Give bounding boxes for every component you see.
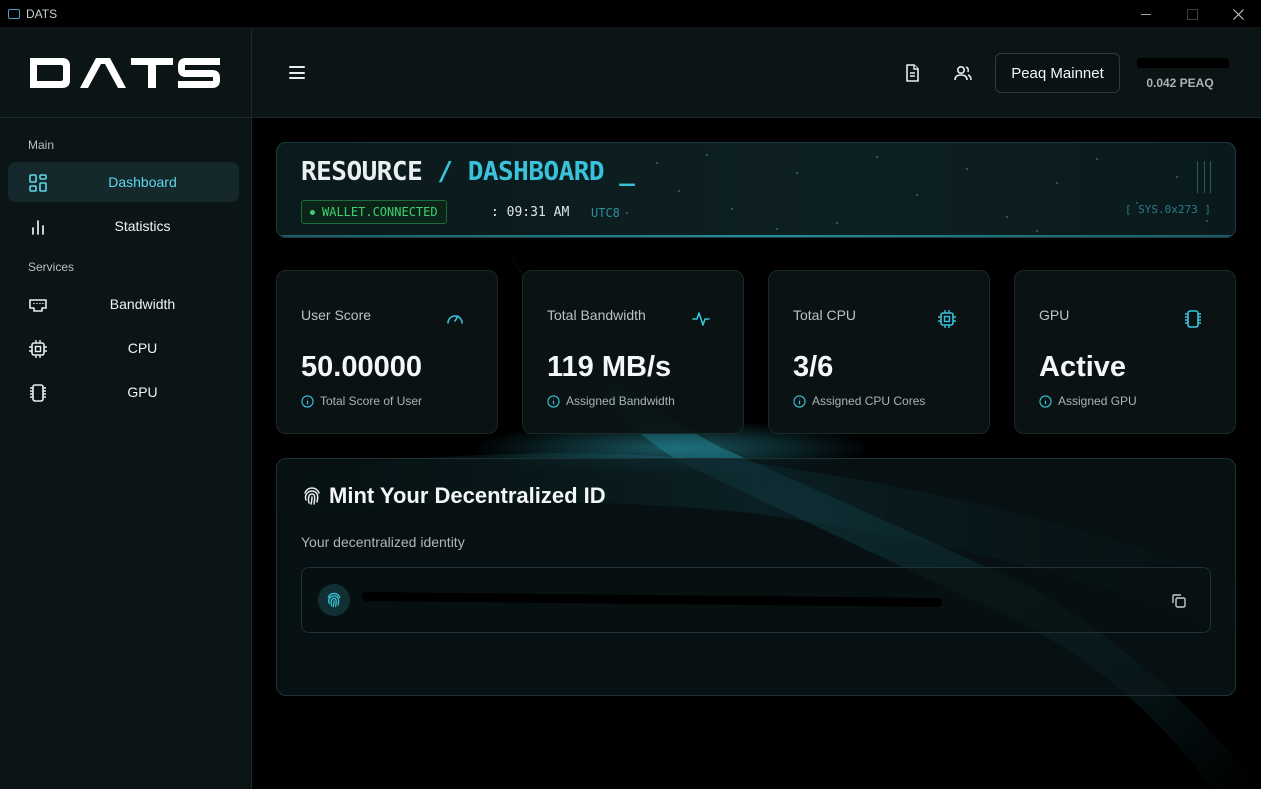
window-titlebar: DATS bbox=[0, 0, 1261, 28]
sidebar-item-cpu[interactable]: CPU bbox=[8, 328, 239, 368]
mint-subtitle: Your decentralized identity bbox=[301, 534, 465, 550]
document-icon[interactable] bbox=[902, 63, 922, 83]
wallet-address-redacted[interactable] bbox=[1137, 58, 1229, 68]
wallet-status-text: WALLET.CONNECTED bbox=[322, 205, 438, 219]
activity-icon bbox=[692, 312, 710, 326]
main-content: RESOURCE / DASHBOARD _ WALLET.CONNECTED … bbox=[252, 118, 1261, 789]
cpu-icon bbox=[29, 340, 47, 358]
sidebar: Main Dashboard Statistics Services Bandw… bbox=[0, 28, 252, 789]
window-title: DATS bbox=[26, 6, 58, 21]
sidebar-item-statistics[interactable]: Statistics bbox=[8, 206, 239, 246]
did-value-redacted bbox=[362, 591, 942, 608]
banner-cursor: _ bbox=[619, 157, 635, 187]
network-selector-button[interactable]: Peaq Mainnet bbox=[995, 53, 1120, 93]
fingerprint-icon bbox=[304, 487, 320, 505]
window-controls bbox=[1123, 0, 1261, 28]
gauge-icon bbox=[447, 315, 463, 324]
card-value: 3/6 bbox=[793, 351, 834, 383]
total-cpu-card: Total CPU 3/6 Assigned CPU Cores bbox=[768, 270, 990, 434]
card-subtitle: Total Score of User bbox=[301, 394, 422, 408]
card-subtitle: Assigned Bandwidth bbox=[547, 394, 675, 408]
banner-accent-line bbox=[277, 235, 1235, 237]
sidebar-item-gpu[interactable]: GPU bbox=[8, 372, 239, 412]
card-subtitle: Assigned CPU Cores bbox=[793, 394, 925, 408]
menu-toggle-button[interactable] bbox=[289, 66, 305, 79]
gpu-card: GPU Active Assigned GPU bbox=[1014, 270, 1236, 434]
close-button[interactable] bbox=[1215, 0, 1261, 28]
banner-title-part2: DASHBOARD bbox=[467, 157, 605, 187]
info-icon bbox=[547, 394, 560, 408]
gpu-chip-icon bbox=[1185, 310, 1201, 328]
minimize-button[interactable] bbox=[1123, 0, 1169, 28]
card-value: Active bbox=[1039, 351, 1127, 383]
dashboard-banner: RESOURCE / DASHBOARD _ WALLET.CONNECTED … bbox=[276, 142, 1236, 238]
bar-chart-icon bbox=[32, 220, 44, 235]
close-icon bbox=[1232, 8, 1244, 20]
card-value: 50.00000 bbox=[301, 351, 422, 383]
card-subtitle: Assigned GPU bbox=[1039, 394, 1137, 408]
hamburger-line bbox=[289, 66, 305, 68]
card-subtitle-text: Total Score of User bbox=[320, 394, 423, 408]
card-title: Total Bandwidth bbox=[547, 307, 646, 323]
current-time: : 09:31 AM bbox=[491, 205, 570, 220]
cpu-icon bbox=[938, 310, 956, 328]
maximize-button[interactable] bbox=[1169, 0, 1215, 28]
dashboard-grid-icon bbox=[29, 174, 47, 192]
section-label-services: Services bbox=[28, 260, 75, 274]
timezone-label: UTC8 bbox=[591, 206, 620, 220]
dats-logo bbox=[30, 57, 220, 88]
card-title: Total CPU bbox=[793, 307, 857, 323]
card-value: 119 MB/s bbox=[547, 351, 672, 383]
did-avatar bbox=[318, 584, 350, 616]
status-dot bbox=[310, 209, 315, 215]
card-subtitle-text: Assigned Bandwidth bbox=[566, 394, 675, 408]
top-header: Peaq Mainnet 0.042 PEAQ bbox=[252, 28, 1261, 118]
wallet-balance: 0.042 PEAQ bbox=[1146, 76, 1214, 90]
card-title: User Score bbox=[301, 307, 372, 323]
gpu-chip-icon bbox=[30, 384, 46, 402]
logo-area bbox=[0, 28, 251, 118]
fingerprint-icon bbox=[327, 592, 341, 608]
info-icon bbox=[793, 394, 806, 408]
users-icon[interactable] bbox=[953, 63, 973, 83]
system-code: [ SYS.0x273 ] bbox=[1124, 203, 1211, 216]
did-display bbox=[301, 567, 1211, 633]
mint-did-panel: Mint Your Decentralized ID Your decentra… bbox=[276, 458, 1236, 696]
banner-title-part1: RESOURCE bbox=[301, 157, 423, 187]
ethernet-port-icon bbox=[29, 299, 47, 312]
hamburger-line bbox=[289, 77, 305, 79]
card-title: GPU bbox=[1039, 307, 1070, 323]
info-icon bbox=[301, 394, 314, 408]
mint-title: Mint Your Decentralized ID bbox=[329, 483, 606, 508]
card-subtitle-text: Assigned GPU bbox=[1058, 394, 1137, 408]
total-bandwidth-card: Total Bandwidth 119 MB/s Assigned Bandwi… bbox=[522, 270, 744, 434]
banner-title-separator: / bbox=[437, 157, 453, 187]
wallet-status-badge: WALLET.CONNECTED bbox=[301, 200, 447, 224]
app-icon bbox=[8, 8, 20, 19]
info-icon bbox=[1039, 394, 1052, 408]
hamburger-line bbox=[289, 71, 305, 74]
card-subtitle-text: Assigned CPU Cores bbox=[812, 394, 926, 408]
user-score-card: User Score 50.00000 Total Score of User bbox=[276, 270, 498, 434]
section-label-main: Main bbox=[28, 138, 55, 152]
sidebar-item-bandwidth[interactable]: Bandwidth bbox=[8, 284, 239, 324]
banner-title: RESOURCE / DASHBOARD _ bbox=[301, 157, 635, 187]
copy-icon[interactable] bbox=[1170, 592, 1188, 610]
sidebar-item-dashboard[interactable]: Dashboard bbox=[8, 162, 239, 202]
banner-decor-bars bbox=[1197, 161, 1211, 193]
